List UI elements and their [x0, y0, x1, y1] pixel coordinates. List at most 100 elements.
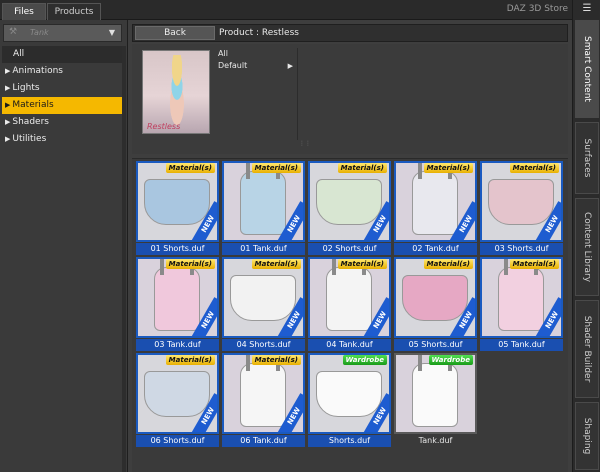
asset-thumbnail: Material(s) NEW: [222, 161, 305, 242]
asset-thumbnail: Material(s) NEW: [136, 161, 219, 242]
materials-badge: Material(s): [423, 259, 473, 269]
materials-badge: Material(s): [251, 355, 301, 365]
garment-shape: [154, 267, 200, 331]
navigation-bar: Back Product : Restless: [132, 24, 568, 42]
tab-shaping[interactable]: Shaping: [575, 402, 599, 470]
chevron-down-icon: ▼: [108, 28, 115, 37]
product-thumbnail-caption: Restless: [147, 122, 181, 131]
materials-badge: Material(s): [251, 163, 301, 173]
tank-preview-image: [396, 355, 475, 432]
asset-label: 05 Tank.duf: [480, 339, 563, 351]
tab-surfaces[interactable]: Surfaces: [575, 122, 599, 194]
asset-label: Shorts.duf: [308, 435, 391, 447]
tree-item-all[interactable]: All: [2, 46, 124, 63]
product-thumbnail[interactable]: Restless: [142, 50, 210, 134]
expand-arrow-icon[interactable]: ▶: [5, 84, 10, 92]
variant-label: Default: [218, 61, 248, 70]
asset-tile[interactable]: Material(s) NEW 03 Tank.duf: [136, 257, 219, 351]
product-area: Restless All Default ▶ ⋮⋮: [132, 44, 568, 154]
asset-label: Tank.duf: [418, 436, 453, 445]
expand-arrow-icon[interactable]: ▶: [5, 101, 10, 109]
asset-tile[interactable]: Wardrobe NEW Shorts.duf: [308, 353, 391, 447]
asset-thumbnail: Material(s) NEW: [394, 257, 477, 338]
tab-files[interactable]: Files: [2, 3, 46, 20]
garment-shape: [316, 179, 382, 225]
strap-shape: [418, 163, 422, 179]
side-tab-label: Smart Content: [582, 36, 592, 102]
garment-shape: [316, 371, 382, 417]
materials-badge: Material(s): [509, 259, 559, 269]
store-link[interactable]: DAZ 3D Store: [507, 4, 568, 14]
asset-thumbnail: Material(s) NEW: [480, 257, 563, 338]
variant-all[interactable]: All: [214, 48, 297, 60]
garment-shape: [326, 267, 372, 331]
expand-arrow-icon[interactable]: ▶: [5, 67, 10, 75]
asset-grid: Material(s) NEW 01 Shorts.duf Material(s) NE…: [132, 158, 568, 472]
tree-item-lights[interactable]: ▶ Lights: [2, 80, 124, 97]
filter-icon: ⚒: [9, 27, 18, 37]
asset-tile[interactable]: Wardrobe Tank.duf: [394, 353, 477, 447]
asset-label: 02 Shorts.duf: [308, 243, 391, 255]
tree-item-label: Shaders: [12, 117, 49, 127]
wardrobe-badge: Wardrobe: [428, 355, 473, 365]
asset-tile[interactable]: Material(s) NEW 01 Shorts.duf: [136, 161, 219, 255]
filter-dropdown[interactable]: ⚒ Tank ▼: [3, 24, 122, 42]
materials-badge: Material(s): [509, 163, 559, 173]
garment-shape: [498, 267, 544, 331]
back-button[interactable]: Back: [135, 26, 215, 40]
asset-tile[interactable]: Material(s) NEW 06 Tank.duf: [222, 353, 305, 447]
asset-tile[interactable]: Material(s) NEW 04 Tank.duf: [308, 257, 391, 351]
expand-arrow-icon[interactable]: ▶: [5, 118, 10, 126]
garment-shape: [144, 371, 210, 417]
strap-shape: [246, 163, 250, 179]
resize-handle[interactable]: ⋮⋮: [299, 140, 311, 147]
tree-item-animations[interactable]: ▶ Animations: [2, 63, 124, 80]
top-tab-bar: Files Products DAZ 3D Store: [0, 0, 572, 20]
tab-shader-builder[interactable]: Shader Builder: [575, 300, 599, 398]
asset-label: 05 Shorts.duf: [394, 339, 477, 351]
strap-shape: [332, 259, 336, 275]
asset-tile[interactable]: Material(s) NEW 02 Shorts.duf: [308, 161, 391, 255]
content-pane: Back Product : Restless Restless All Def…: [128, 20, 572, 472]
garment-shape: [230, 275, 296, 321]
category-panel: ⚒ Tank ▼ All ▶ Animations ▶ Lights ▶ Materi…: [0, 20, 128, 472]
breadcrumb: Product : Restless: [219, 28, 299, 38]
asset-label: 06 Shorts.duf: [136, 435, 219, 447]
scrollbar[interactable]: [122, 46, 126, 472]
tab-smart-content[interactable]: Smart Content: [575, 20, 599, 118]
garment-shape: [240, 171, 286, 235]
tab-products[interactable]: Products: [47, 3, 101, 20]
menu-icon[interactable]: ☰: [580, 3, 594, 15]
asset-tile[interactable]: Material(s) NEW 03 Shorts.duf: [480, 161, 563, 255]
variant-default[interactable]: Default ▶: [214, 60, 297, 72]
asset-tile[interactable]: Material(s) NEW 02 Tank.duf: [394, 161, 477, 255]
expand-arrow-icon[interactable]: ▶: [5, 135, 10, 143]
asset-label: 04 Tank.duf: [308, 339, 391, 351]
strap-shape: [418, 355, 422, 371]
strap-shape: [504, 259, 508, 275]
garment-shape: [488, 179, 554, 225]
asset-tile[interactable]: Material(s) NEW 06 Shorts.duf: [136, 353, 219, 447]
tree-item-label: Utilities: [12, 134, 47, 144]
asset-thumbnail: Material(s) NEW: [480, 161, 563, 242]
tree-item-label: Animations: [12, 66, 63, 76]
asset-tile[interactable]: Material(s) NEW 05 Shorts.duf: [394, 257, 477, 351]
garment-shape: [144, 179, 210, 225]
tree-item-materials[interactable]: ▶ Materials: [2, 97, 124, 114]
tree-item-utilities[interactable]: ▶ Utilities: [2, 131, 124, 148]
materials-badge: Material(s): [165, 163, 215, 173]
asset-tile[interactable]: Material(s) NEW 01 Tank.duf: [222, 161, 305, 255]
asset-tile[interactable]: Material(s) NEW 04 Shorts.duf: [222, 257, 305, 351]
asset-label: 04 Shorts.duf: [222, 339, 305, 351]
garment-shape: [412, 363, 458, 427]
asset-tile[interactable]: Material(s) NEW 05 Tank.duf: [480, 257, 563, 351]
tree-item-shaders[interactable]: ▶ Shaders: [2, 114, 124, 131]
side-tab-label: Content Library: [582, 211, 592, 283]
asset-thumbnail: Wardrobe NEW: [308, 353, 391, 434]
strap-shape: [246, 355, 250, 371]
tab-content-library[interactable]: Content Library: [575, 198, 599, 296]
garment-shape: [402, 275, 468, 321]
asset-label: 01 Tank.duf: [222, 243, 305, 255]
filter-value: Tank: [30, 28, 49, 37]
side-tab-label: Surfaces: [582, 138, 592, 178]
